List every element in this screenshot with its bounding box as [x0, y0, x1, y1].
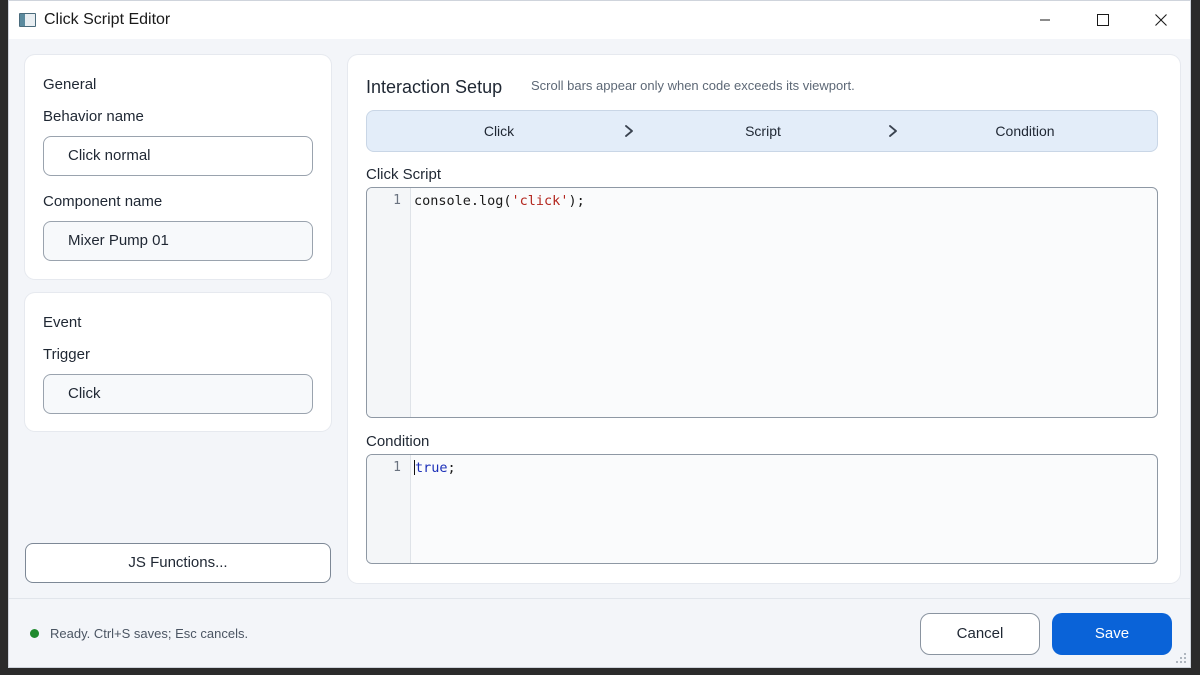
interaction-setup-title: Interaction Setup — [366, 77, 503, 97]
save-button[interactable]: Save — [1052, 613, 1172, 655]
component-name-label: Component name — [43, 193, 163, 210]
status-indicator — [30, 629, 39, 638]
behavior-name-input[interactable]: Click normal — [43, 136, 313, 176]
code-line[interactable]: true; — [414, 460, 456, 476]
general-card: General Behavior name Click normal Compo… — [25, 55, 331, 279]
line-number: 1 — [393, 193, 401, 208]
code-line[interactable]: console.log('click'); — [414, 193, 585, 209]
minimize-button[interactable] — [1016, 1, 1074, 39]
click-script-editor[interactable]: 1 console.log('click'); — [366, 187, 1158, 418]
code-keyword-token: true — [415, 460, 448, 476]
code-text: console.log( — [414, 193, 512, 209]
step-click[interactable]: Click — [439, 111, 559, 151]
chevron-right-icon — [889, 125, 897, 137]
trigger-input[interactable]: Click — [43, 374, 313, 414]
chevron-right-icon — [625, 125, 633, 137]
trigger-label: Trigger — [43, 346, 90, 363]
editor-window: Click Script Editor General Behavior nam… — [8, 0, 1191, 668]
component-name-input[interactable]: Mixer Pump 01 — [43, 221, 313, 261]
minimize-icon — [1040, 19, 1050, 21]
js-functions-button[interactable]: JS Functions... — [25, 543, 331, 583]
behavior-name-label: Behavior name — [43, 108, 144, 125]
code-text: ; — [447, 460, 456, 476]
line-number-gutter: 1 — [367, 455, 411, 563]
general-section-title: General — [43, 76, 97, 93]
event-section-title: Event — [43, 314, 82, 331]
footer-divider — [9, 598, 1190, 599]
close-button[interactable] — [1132, 1, 1190, 39]
close-icon — [1155, 14, 1167, 26]
line-number: 1 — [393, 460, 401, 475]
maximize-icon — [1097, 14, 1109, 26]
condition-editor[interactable]: 1 true; — [366, 454, 1158, 564]
code-text: ); — [568, 193, 585, 209]
maximize-button[interactable] — [1074, 1, 1132, 39]
resize-grip-icon[interactable] — [1175, 652, 1187, 664]
step-condition[interactable]: Condition — [965, 111, 1085, 151]
code-string-token: 'click' — [511, 193, 569, 209]
step-bar: Click Script Condition — [366, 110, 1158, 152]
condition-label: Condition — [366, 433, 430, 450]
interaction-setup-card: Interaction Setup Scroll bars appear onl… — [348, 55, 1180, 583]
window-title: Click Script Editor — [44, 11, 171, 28]
click-script-label: Click Script — [366, 166, 442, 183]
title-bar: Click Script Editor — [9, 1, 1190, 39]
event-card: Event Trigger Click — [25, 293, 331, 431]
interaction-setup-hint: Scroll bars appear only when code exceed… — [531, 78, 855, 93]
window-controls — [1016, 1, 1190, 39]
cancel-button[interactable]: Cancel — [920, 613, 1040, 655]
step-script[interactable]: Script — [703, 111, 823, 151]
line-number-gutter: 1 — [367, 188, 411, 417]
status-text: Ready. Ctrl+S saves; Esc cancels. — [50, 626, 249, 641]
app-window-icon — [19, 13, 36, 27]
